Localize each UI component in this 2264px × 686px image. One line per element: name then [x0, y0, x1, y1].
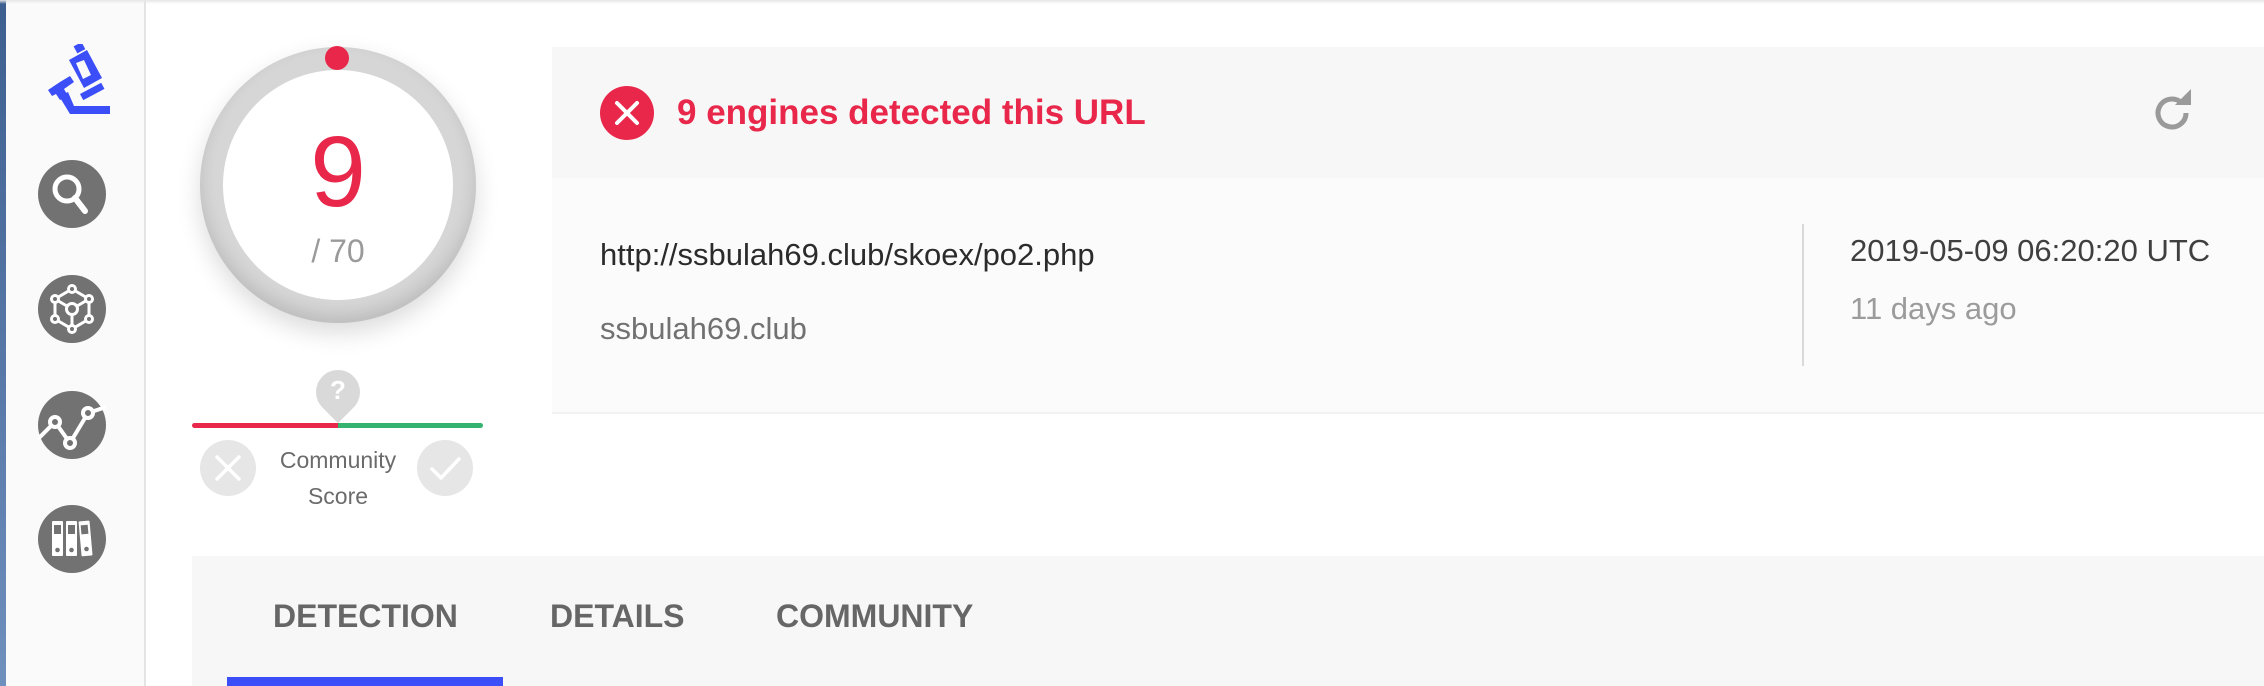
- sidebar-item-collections[interactable]: [38, 505, 106, 573]
- trend-line-icon: [38, 391, 106, 459]
- microscope-icon: [48, 42, 110, 114]
- scanned-url[interactable]: http://ssbulah69.club/skoex/po2.php: [600, 237, 1095, 273]
- tab-detection[interactable]: DETECTION: [273, 596, 458, 636]
- detection-title: 9 engines detected this URL: [677, 93, 1146, 132]
- tab-details[interactable]: DETAILS: [550, 596, 685, 636]
- community-label-line2: Score: [307, 483, 369, 509]
- sidebar-item-graph[interactable]: [38, 275, 106, 343]
- active-tab-indicator: [227, 677, 503, 686]
- tab-community[interactable]: COMMUNITY: [776, 596, 973, 636]
- reanalyze-button[interactable]: [2148, 89, 2196, 137]
- sidebar: [6, 0, 146, 686]
- detection-score-center: 9 / 70: [223, 70, 453, 300]
- malicious-icon: [600, 86, 654, 140]
- vote-harmless-button[interactable]: [417, 440, 473, 496]
- window-top-shadow: [0, 0, 2264, 4]
- detection-count: 9: [310, 116, 366, 228]
- search-icon: [38, 160, 106, 228]
- community-score-label: Community Score: [264, 442, 412, 514]
- scanned-domain[interactable]: ssbulah69.club: [600, 311, 807, 347]
- vote-malicious-button[interactable]: [200, 440, 256, 496]
- report-tabs: DETECTION DETAILS COMMUNITY: [192, 556, 2264, 686]
- check-icon: [430, 457, 461, 480]
- community-bar-malicious: [192, 423, 338, 428]
- refresh-icon: [2155, 89, 2191, 130]
- sidebar-item-hunting[interactable]: [38, 391, 106, 459]
- detection-score-ring: 9 / 70: [200, 47, 476, 323]
- community-bar-harmless: [338, 423, 483, 428]
- card-divider: [1802, 224, 1804, 366]
- summary-card: 9 engines detected this URL http://ssbul…: [552, 47, 2264, 414]
- detection-header: 9 engines detected this URL: [552, 47, 2264, 178]
- community-score-value: ?: [330, 375, 346, 405]
- engine-total: / 70: [311, 233, 365, 269]
- graph-cube-icon: [38, 275, 106, 343]
- sidebar-item-analysis[interactable]: [42, 42, 110, 116]
- detection-ring-indicator: [325, 46, 349, 70]
- community-label-line1: Community: [279, 447, 397, 473]
- x-icon: [215, 455, 241, 481]
- binders-icon: [38, 505, 106, 573]
- analysis-relative-time: 11 days ago: [1850, 291, 2017, 326]
- analysis-date: 2019-05-09 06:20:20 UTC: [1850, 233, 2211, 268]
- sidebar-item-search[interactable]: [38, 160, 106, 228]
